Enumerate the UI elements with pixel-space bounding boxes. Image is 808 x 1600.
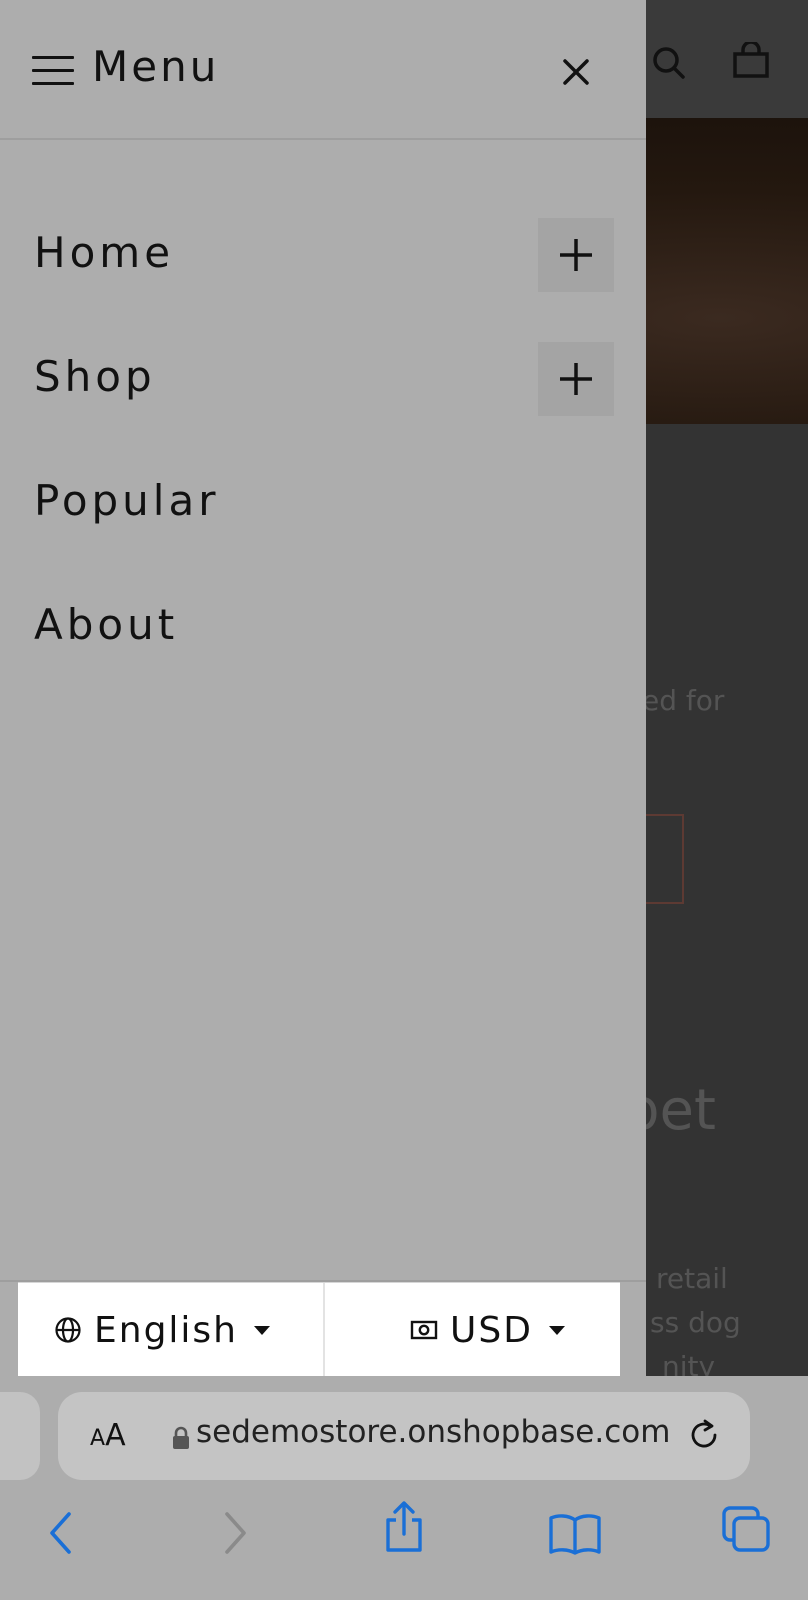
money-icon <box>410 1320 438 1340</box>
nav-list: Home Shop Popular About <box>0 190 646 686</box>
nav-item-label[interactable]: Popular <box>34 476 219 525</box>
menu-drawer: Menu Home Shop Popular About <box>0 0 646 1376</box>
nav-item-label[interactable]: About <box>34 600 178 649</box>
divider <box>323 1283 325 1377</box>
currency-value: USD <box>450 1309 533 1351</box>
nav-item-popular[interactable]: Popular <box>0 438 646 562</box>
nav-item-label[interactable]: Shop <box>34 352 156 401</box>
background-text: ed for <box>642 684 725 717</box>
plus-icon <box>560 363 592 395</box>
globe-icon <box>55 1317 81 1343</box>
previous-tab-preview[interactable] <box>0 1392 40 1480</box>
browser-bottom-bar: AA sedemostore.onshopbase.com <box>0 1376 808 1600</box>
caret-down-icon <box>548 1325 565 1335</box>
lock-icon <box>173 1426 189 1449</box>
tabs-icon[interactable] <box>720 1504 772 1554</box>
caret-down-icon <box>254 1325 270 1335</box>
hamburger-icon <box>32 56 74 86</box>
nav-item-shop[interactable]: Shop <box>0 314 646 438</box>
currency-selector[interactable]: USD <box>410 1283 565 1377</box>
background-text: ss dog <box>650 1306 741 1339</box>
back-icon[interactable] <box>44 1510 76 1556</box>
language-selector[interactable]: English <box>54 1283 270 1377</box>
plus-icon <box>560 239 592 271</box>
search-icon[interactable] <box>650 44 688 82</box>
forward-icon[interactable] <box>220 1510 252 1556</box>
expand-home-button[interactable] <box>538 218 614 292</box>
bookmarks-icon[interactable] <box>548 1512 602 1556</box>
share-icon[interactable] <box>382 1500 426 1554</box>
language-value: English <box>94 1309 238 1351</box>
background-text: retail <box>656 1262 728 1295</box>
nav-item-label[interactable]: Home <box>34 228 174 277</box>
drawer-header: Menu <box>0 0 646 140</box>
url-text[interactable]: sedemostore.onshopbase.com <box>196 1414 670 1450</box>
locale-selector-bar: English USD <box>18 1282 620 1377</box>
expand-shop-button[interactable] <box>538 342 614 416</box>
nav-item-home[interactable]: Home <box>0 190 646 314</box>
reload-icon[interactable] <box>686 1416 722 1454</box>
nav-item-about[interactable]: About <box>0 562 646 686</box>
cart-icon[interactable] <box>732 42 770 80</box>
text-size-button[interactable]: AA <box>90 1418 126 1453</box>
menu-title: Menu <box>92 42 220 91</box>
close-icon[interactable] <box>560 56 592 88</box>
